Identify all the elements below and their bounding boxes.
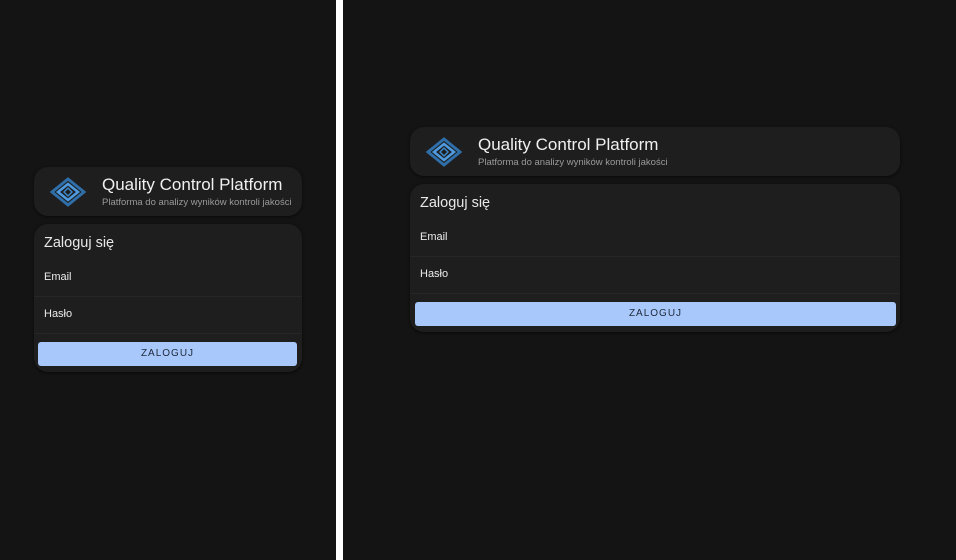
- app-header: Quality Control Platform Platforma do an…: [410, 127, 900, 176]
- email-label: Email: [420, 231, 448, 243]
- login-button[interactable]: ZALOGUJ: [415, 302, 896, 326]
- login-heading: Zaloguj się: [420, 195, 491, 211]
- login-card: Zaloguj się Email Hasło ZALOGUJ: [410, 184, 900, 332]
- wide-viewport: Quality Control Platform Platforma do an…: [343, 0, 956, 560]
- app-title: Quality Control Platform: [478, 135, 659, 154]
- login-heading: Zaloguj się: [44, 235, 115, 251]
- password-field[interactable]: Hasło: [34, 297, 302, 334]
- password-field[interactable]: Hasło: [410, 257, 900, 294]
- password-label: Hasło: [44, 308, 73, 320]
- app-subtitle: Platforma do analizy wyników kontroli ja…: [102, 197, 292, 208]
- email-field[interactable]: Email: [410, 220, 900, 257]
- app-subtitle: Platforma do analizy wyników kontroli ja…: [478, 157, 668, 168]
- email-field[interactable]: Email: [34, 260, 302, 297]
- email-label: Email: [44, 271, 72, 283]
- app-title: Quality Control Platform: [102, 175, 283, 194]
- narrow-viewport: Quality Control Platform Platforma do an…: [0, 0, 336, 560]
- app-header: Quality Control Platform Platforma do an…: [34, 167, 302, 216]
- password-label: Hasło: [420, 268, 449, 280]
- login-button[interactable]: ZALOGUJ: [38, 342, 297, 366]
- app-logo-icon: [426, 137, 462, 167]
- app-logo-icon: [50, 177, 86, 207]
- login-card: Zaloguj się Email Hasło ZALOGUJ: [34, 224, 302, 372]
